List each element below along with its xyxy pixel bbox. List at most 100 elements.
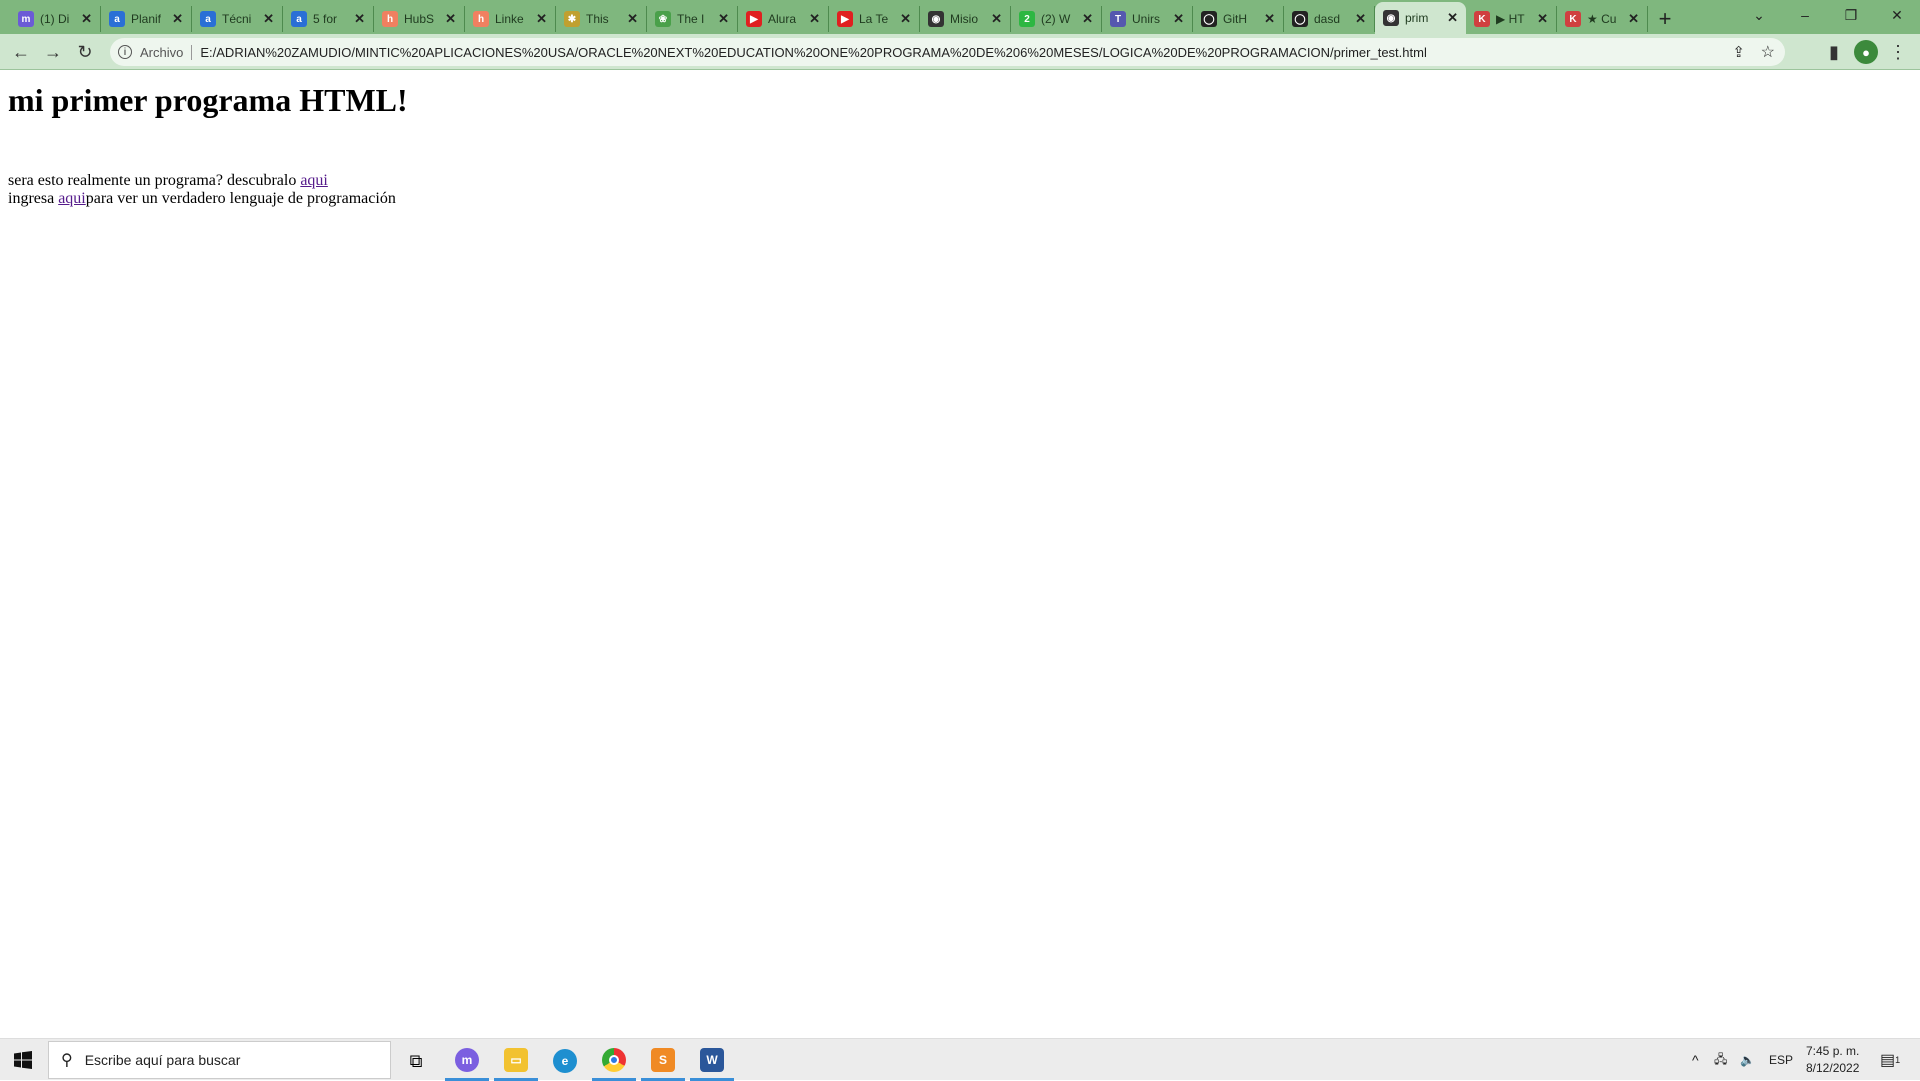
close-tab-icon[interactable]: ✕ bbox=[991, 11, 1002, 27]
teams-icon: T bbox=[1110, 11, 1126, 27]
tab[interactable]: ✱ This ✕ bbox=[556, 6, 647, 32]
windows-start-icon[interactable] bbox=[0, 1039, 46, 1081]
task-view-icon[interactable]: ⧉ bbox=[394, 1041, 438, 1081]
file-explorer-icon[interactable]: ▭ bbox=[494, 1041, 538, 1081]
reload-icon[interactable]: ↻ bbox=[73, 40, 97, 64]
close-tab-icon[interactable]: ✕ bbox=[354, 11, 365, 27]
close-tab-icon[interactable]: ✕ bbox=[445, 11, 456, 27]
tab-title: (1) Di bbox=[40, 12, 70, 26]
address-bar[interactable]: i Archivo E:/ADRIAN%20ZAMUDIO/MINTIC%20A… bbox=[110, 38, 1785, 66]
tab-title: HubS bbox=[404, 12, 435, 26]
search-placeholder: Escribe aquí para buscar bbox=[84, 1052, 241, 1068]
k-icon: K bbox=[1565, 11, 1581, 27]
taskbar: ⚲ Escribe aquí para buscar ⧉ m ▭ e S W ^ … bbox=[0, 1038, 1920, 1081]
taskbar-search-input[interactable]: ⚲ Escribe aquí para buscar bbox=[48, 1041, 391, 1079]
sublime-text-icon[interactable]: S bbox=[641, 1041, 685, 1081]
tab[interactable]: K ▶ HT ✕ bbox=[1466, 6, 1557, 32]
youtube-icon: ▶ bbox=[746, 11, 762, 27]
close-tab-icon[interactable]: ✕ bbox=[1537, 11, 1548, 27]
tab[interactable]: ❀ The I ✕ bbox=[647, 6, 738, 32]
alura-icon: a bbox=[109, 11, 125, 27]
browser-toolbar: ← → ↻ i Archivo E:/ADRIAN%20ZAMUDIO/MINT… bbox=[0, 34, 1920, 70]
alura-icon: a bbox=[291, 11, 307, 27]
close-tab-icon[interactable]: ✕ bbox=[1082, 11, 1093, 27]
tab[interactable]: a Técni ✕ bbox=[192, 6, 283, 32]
forward-icon[interactable]: → bbox=[41, 40, 65, 64]
close-tab-icon[interactable]: ✕ bbox=[718, 11, 729, 27]
messenger-app-icon[interactable]: m bbox=[445, 1041, 489, 1081]
clock-time: 7:45 p. m. bbox=[1806, 1044, 1860, 1058]
word-icon[interactable]: W bbox=[690, 1041, 734, 1081]
close-window-button[interactable]: ✕ bbox=[1874, 0, 1920, 30]
close-tab-icon[interactable]: ✕ bbox=[172, 11, 183, 27]
tab[interactable]: h HubS ✕ bbox=[374, 6, 465, 32]
youtube-icon: ▶ bbox=[837, 11, 853, 27]
alura-icon: a bbox=[200, 11, 216, 27]
profile-avatar-icon[interactable]: ● bbox=[1854, 40, 1878, 64]
tab[interactable]: ◯ dasd ✕ bbox=[1284, 6, 1375, 32]
info-icon[interactable]: i bbox=[118, 45, 132, 59]
share-icon[interactable]: ⇪ bbox=[1732, 43, 1745, 61]
tab-strip: m (1) Di ✕ a Planif ✕ a Técni ✕ a 5 for ✕ h HubS ✕ h Lin… bbox=[0, 0, 1920, 34]
tab[interactable]: ▶ Alura ✕ bbox=[738, 6, 829, 32]
tab[interactable]: h Linke ✕ bbox=[465, 6, 556, 32]
close-tab-icon[interactable]: ✕ bbox=[1173, 11, 1184, 27]
close-tab-icon[interactable]: ✕ bbox=[900, 11, 911, 27]
back-icon[interactable]: ← bbox=[9, 40, 33, 64]
tab-title: (2) W bbox=[1041, 12, 1071, 26]
aqui-link-2[interactable]: aqui bbox=[58, 190, 86, 207]
tab[interactable]: a Planif ✕ bbox=[101, 6, 192, 32]
bookmark-star-icon[interactable]: ☆ bbox=[1761, 42, 1775, 62]
github-icon: ◯ bbox=[1201, 11, 1217, 27]
clock-date: 8/12/2022 bbox=[1806, 1061, 1860, 1075]
tab-title: Misio bbox=[950, 12, 979, 26]
tab[interactable]: m (1) Di ✕ bbox=[10, 6, 101, 32]
show-hidden-icons-icon[interactable]: ^ bbox=[1692, 1039, 1699, 1081]
tab-title: prim bbox=[1405, 11, 1429, 25]
url-text[interactable]: E:/ADRIAN%20ZAMUDIO/MINTIC%20APLICACIONE… bbox=[200, 45, 1426, 60]
close-tab-icon[interactable]: ✕ bbox=[1447, 10, 1458, 26]
tab[interactable]: ▶ La Te ✕ bbox=[829, 6, 920, 32]
volume-icon[interactable]: 🔈 bbox=[1740, 1039, 1755, 1081]
page-title: mi primer programa HTML! bbox=[8, 82, 408, 118]
close-tab-icon[interactable]: ✕ bbox=[1264, 11, 1275, 27]
close-tab-icon[interactable]: ✕ bbox=[809, 11, 820, 27]
close-tab-icon[interactable]: ✕ bbox=[81, 11, 92, 27]
minimize-button[interactable]: – bbox=[1782, 0, 1828, 30]
new-tab-button[interactable]: + bbox=[1648, 4, 1682, 34]
tab[interactable]: ◉ prim ✕ bbox=[1375, 2, 1466, 34]
tab[interactable]: T Unirs ✕ bbox=[1102, 6, 1193, 32]
tab-search-icon[interactable]: ⌄ bbox=[1736, 0, 1782, 30]
close-tab-icon[interactable]: ✕ bbox=[1355, 11, 1366, 27]
close-tab-icon[interactable]: ✕ bbox=[627, 11, 638, 27]
menu-kebab-icon[interactable]: ⋮ bbox=[1886, 40, 1910, 64]
clock[interactable]: 7:45 p. m. 8/12/2022 bbox=[1806, 1039, 1859, 1081]
close-tab-icon[interactable]: ✕ bbox=[263, 11, 274, 27]
close-tab-icon[interactable]: ✕ bbox=[1628, 11, 1639, 27]
tab-title: Unirs bbox=[1132, 12, 1161, 26]
line2-suffix: para ver un verdadero lenguaje de progra… bbox=[85, 190, 396, 207]
paragraph-line-1: sera esto realmente un programa? descubr… bbox=[8, 172, 328, 190]
chrome-icon[interactable] bbox=[592, 1041, 636, 1081]
edge-icon[interactable]: e bbox=[543, 1041, 587, 1081]
language-indicator[interactable]: ESP bbox=[1769, 1039, 1793, 1081]
tab[interactable]: a 5 for ✕ bbox=[283, 6, 374, 32]
restore-button[interactable]: ❐ bbox=[1828, 0, 1874, 30]
tab-title: Técni bbox=[222, 12, 252, 26]
tab[interactable]: K ★ Cu ✕ bbox=[1557, 6, 1648, 32]
network-icon[interactable]: 🖧 bbox=[1714, 1039, 1727, 1081]
notifications-icon[interactable]: ▤ 1 bbox=[1880, 1039, 1900, 1081]
tab-title: Linke bbox=[495, 12, 524, 26]
search-icon: ⚲ bbox=[61, 1052, 73, 1069]
aqui-link-1[interactable]: aqui bbox=[300, 172, 328, 189]
close-tab-icon[interactable]: ✕ bbox=[536, 11, 547, 27]
tab[interactable]: ◉ Misio ✕ bbox=[920, 6, 1011, 32]
tab[interactable]: 2 (2) W ✕ bbox=[1011, 6, 1102, 32]
address-scheme-label: Archivo bbox=[140, 44, 193, 60]
side-panel-icon[interactable]: ▮ bbox=[1822, 40, 1846, 64]
tab-title: ▶ HT bbox=[1496, 12, 1525, 26]
tab-title: 5 for bbox=[313, 12, 338, 26]
tab[interactable]: ◯ GitH ✕ bbox=[1193, 6, 1284, 32]
tab-title: GitH bbox=[1223, 12, 1247, 26]
globe-icon: ◉ bbox=[928, 11, 944, 27]
